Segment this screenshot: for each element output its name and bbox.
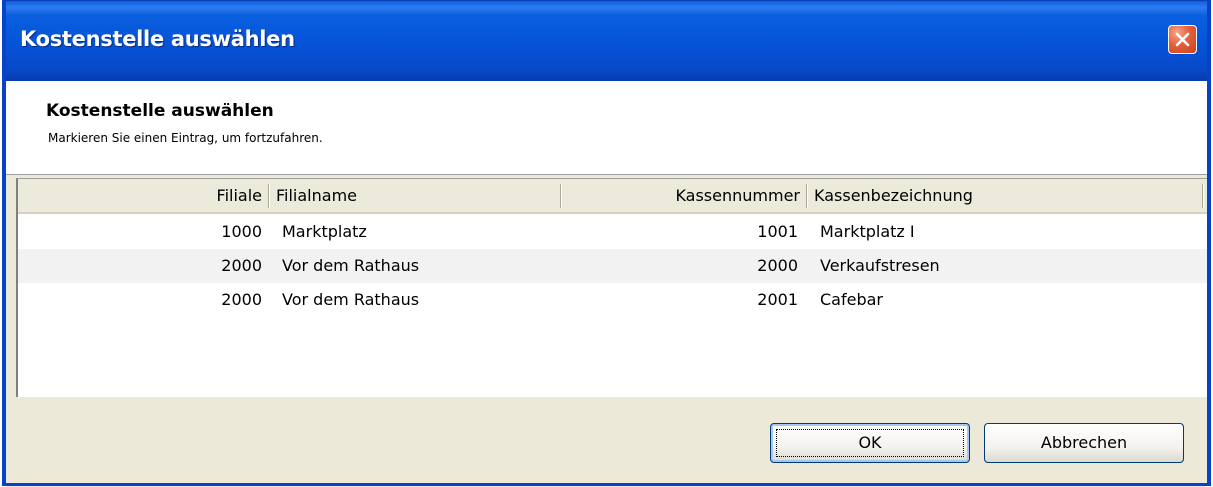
- dialog-footer: OK Abbrechen: [6, 397, 1207, 487]
- cell-filialname: Vor dem Rathaus: [282, 290, 420, 309]
- cell-filiale: 2000: [221, 290, 262, 309]
- column-divider[interactable]: [1202, 184, 1204, 208]
- column-header-kassennummer[interactable]: Kassennummer: [562, 179, 806, 212]
- table-row[interactable]: 1000 Marktplatz 1001 Marktplatz I: [18, 215, 1207, 249]
- title-bar[interactable]: Kostenstelle auswählen: [6, 1, 1207, 81]
- ok-button-label: OK: [858, 433, 882, 452]
- cost-center-list[interactable]: Filiale Filialname Kassennummer Kassenbe…: [16, 178, 1207, 397]
- list-header: Filiale Filialname Kassennummer Kassenbe…: [18, 179, 1207, 214]
- cell-kassennummer: 2001: [757, 290, 798, 309]
- column-header-filiale[interactable]: Filiale: [18, 179, 268, 212]
- cell-filiale: 1000: [221, 222, 262, 241]
- window-title: Kostenstelle auswählen: [20, 27, 295, 51]
- cell-filialname: Vor dem Rathaus: [282, 256, 420, 275]
- cancel-button[interactable]: Abbrechen: [984, 423, 1184, 463]
- cell-kassenbezeichnung: Marktplatz I: [820, 222, 915, 241]
- close-icon: [1175, 32, 1190, 47]
- column-header-kassenbezeichnung[interactable]: Kassenbezeichnung: [808, 179, 1202, 212]
- dialog-window: Kostenstelle auswählen Kostenstelle ausw…: [2, 0, 1211, 487]
- ok-button[interactable]: OK: [770, 423, 970, 463]
- cancel-button-label: Abbrechen: [1040, 433, 1128, 452]
- header-title: Kostenstelle auswählen: [46, 101, 274, 121]
- cell-kassenbezeichnung: Cafebar: [820, 290, 883, 309]
- close-button[interactable]: [1168, 25, 1197, 54]
- column-header-filialname[interactable]: Filialname: [270, 179, 560, 212]
- cell-kassennummer: 2000: [757, 256, 798, 275]
- cell-kassennummer: 1001: [757, 222, 798, 241]
- cell-filiale: 2000: [221, 256, 262, 275]
- dialog-header-panel: Kostenstelle auswählen Markieren Sie ein…: [6, 81, 1207, 175]
- cell-filialname: Marktplatz: [282, 222, 367, 241]
- header-subtitle: Markieren Sie einen Eintrag, um fortzufa…: [48, 131, 323, 145]
- table-row[interactable]: 2000 Vor dem Rathaus 2001 Cafebar: [18, 283, 1207, 317]
- cell-kassenbezeichnung: Verkaufstresen: [820, 256, 940, 275]
- table-row[interactable]: 2000 Vor dem Rathaus 2000 Verkaufstresen: [18, 249, 1207, 283]
